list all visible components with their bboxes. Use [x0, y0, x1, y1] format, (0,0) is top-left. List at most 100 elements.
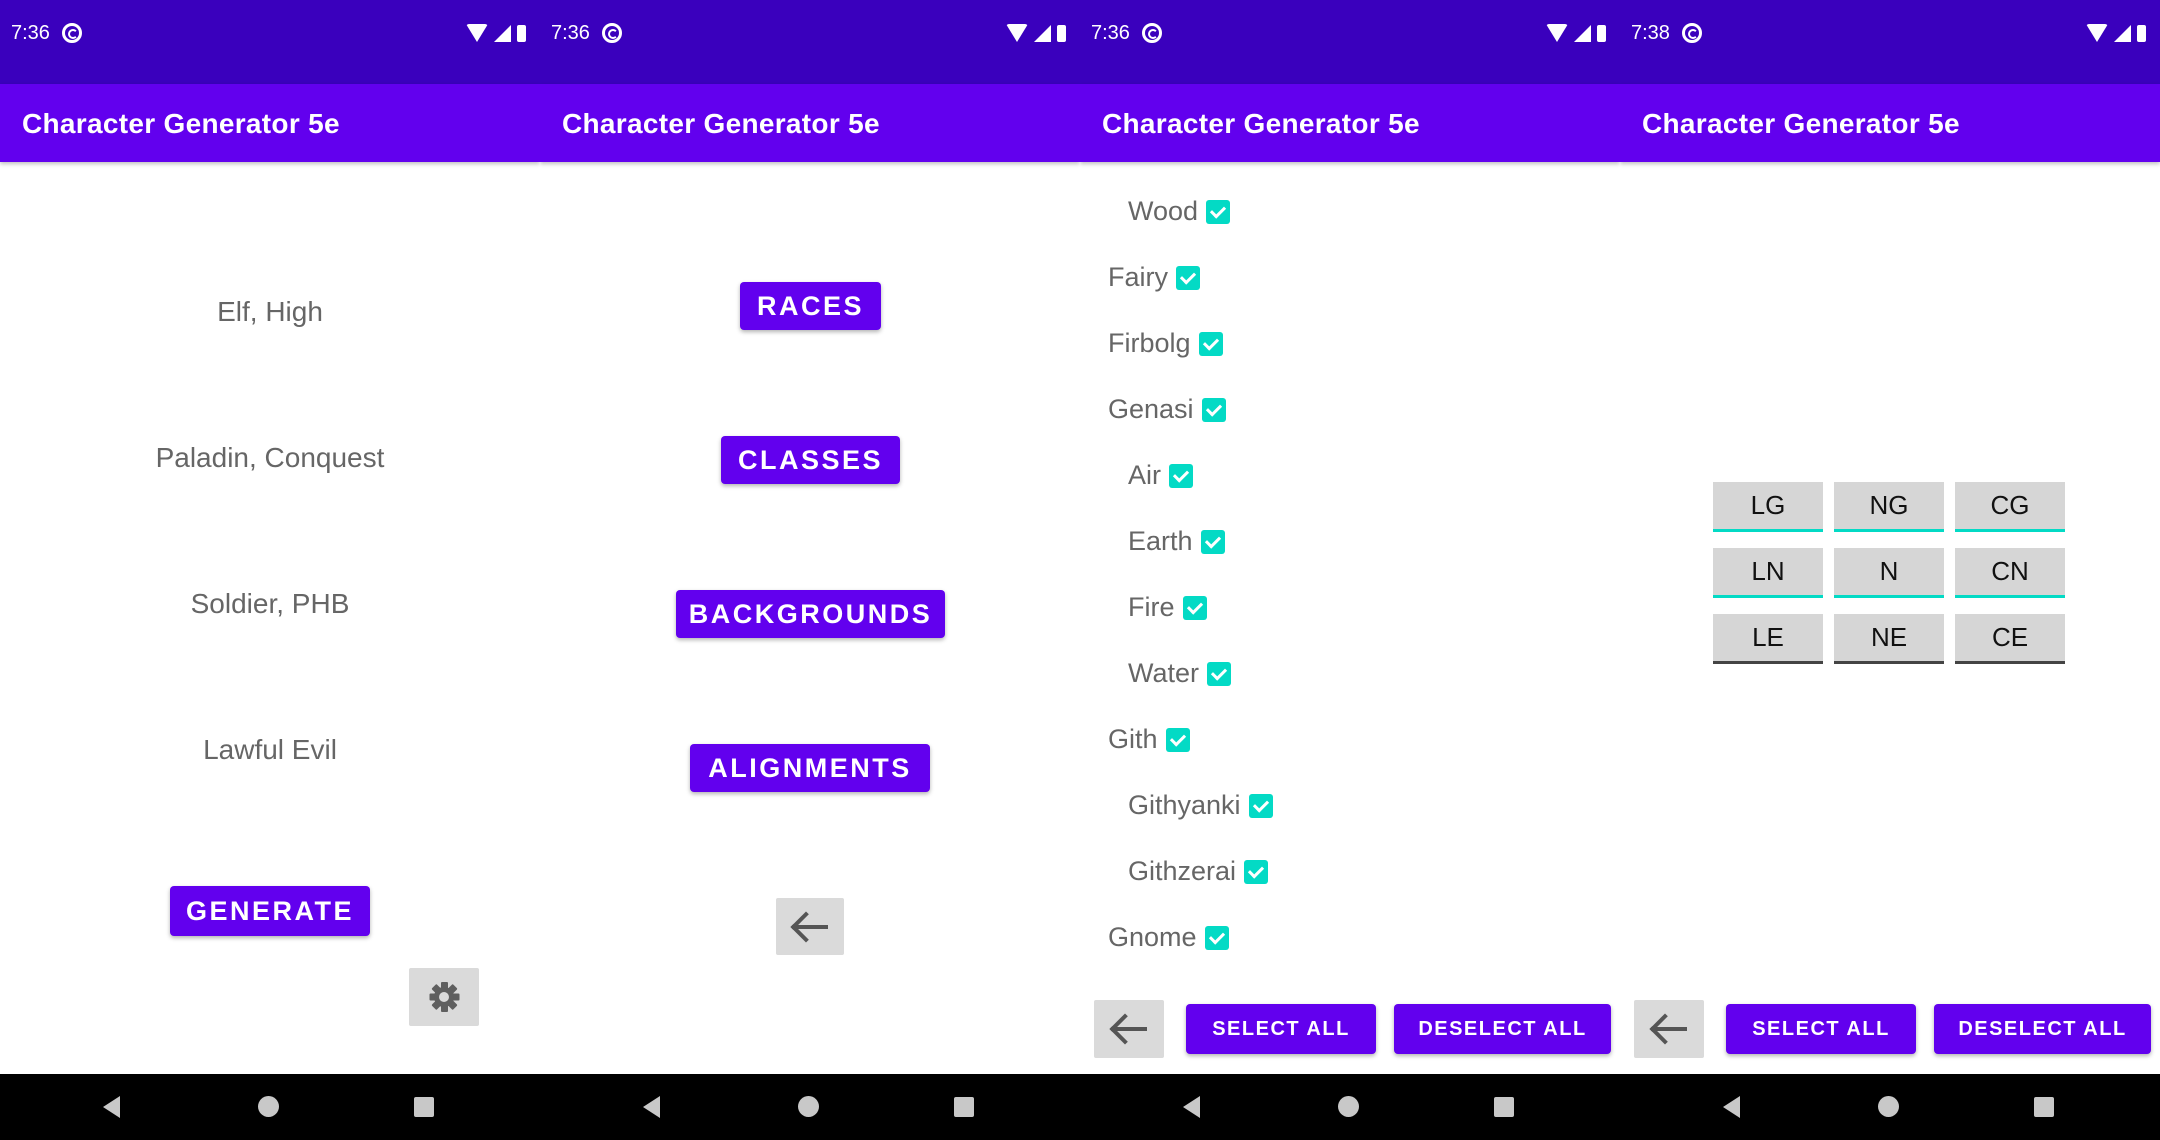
- system-nav-bar: [1620, 1074, 2160, 1140]
- cell-signal-icon: [2114, 24, 2131, 42]
- checkbox[interactable]: [1169, 463, 1193, 488]
- checkbox[interactable]: [1204, 925, 1229, 950]
- select-all-button[interactable]: SELECT ALL: [1186, 1004, 1376, 1054]
- alignment-toggle-n[interactable]: N: [1834, 548, 1944, 598]
- alignment-toggle-ne[interactable]: NE: [1834, 614, 1944, 664]
- deselect-all-button[interactable]: DESELECT ALL: [1394, 1004, 1611, 1054]
- result-alignment: Lawful Evil: [203, 734, 337, 765]
- race-option[interactable]: Firbolg: [1108, 328, 1223, 359]
- nav-back-icon[interactable]: [643, 1096, 660, 1118]
- alignment-toggle-ln[interactable]: LN: [1713, 548, 1823, 598]
- status-bar: 7:38: [1620, 0, 2160, 84]
- checkbox[interactable]: [1198, 331, 1223, 356]
- wifi-icon: [1006, 24, 1028, 42]
- wifi-icon: [466, 24, 488, 42]
- system-icons: [2086, 22, 2146, 44]
- status-time: 7:36: [1091, 22, 1130, 44]
- back-button[interactable]: [1094, 1000, 1164, 1058]
- generate-button[interactable]: GENERATE: [170, 886, 370, 936]
- battery-icon: [517, 24, 526, 42]
- app-bar: Character Generator 5e: [540, 84, 1080, 162]
- cell-signal-icon: [1574, 24, 1591, 42]
- nav-home-icon[interactable]: [1878, 1096, 1899, 1117]
- result-background: Soldier, PHB: [190, 588, 350, 619]
- nav-home-icon[interactable]: [798, 1096, 819, 1117]
- race-option[interactable]: Fire: [1128, 592, 1207, 623]
- nav-back-icon[interactable]: [1723, 1096, 1740, 1118]
- checkbox[interactable]: [1244, 859, 1269, 884]
- app-title: Character Generator 5e: [22, 108, 340, 139]
- classes-button[interactable]: CLASSES: [721, 436, 900, 484]
- app-title: Character Generator 5e: [1642, 108, 1960, 139]
- checkbox[interactable]: [1200, 529, 1225, 554]
- status-time: 7:38: [1631, 22, 1670, 44]
- screen-alignments: 7:38 Character Generator 5e LG NG CG LN N CN L…: [1620, 0, 2160, 1140]
- race-option[interactable]: Wood: [1128, 196, 1231, 227]
- arrow-back-icon: [1651, 1027, 1687, 1031]
- checkbox[interactable]: [1207, 661, 1232, 686]
- race-option-label: Earth: [1128, 526, 1193, 556]
- alignment-toggle-ng[interactable]: NG: [1834, 482, 1944, 532]
- back-button[interactable]: [776, 898, 844, 955]
- deselect-all-button[interactable]: DESELECT ALL: [1934, 1004, 2151, 1054]
- race-option-label: Gnome: [1108, 922, 1197, 952]
- status-time: 7:36: [11, 22, 50, 44]
- do-not-disturb-icon: [1682, 23, 1702, 43]
- status-bar: 7:36: [540, 0, 1080, 84]
- select-all-button[interactable]: SELECT ALL: [1726, 1004, 1916, 1054]
- system-icons: [1006, 22, 1066, 44]
- alignment-toggle-lg[interactable]: LG: [1713, 482, 1823, 532]
- alignments-button[interactable]: ALIGNMENTS: [690, 744, 930, 792]
- race-option-label: Githzerai: [1128, 856, 1237, 886]
- race-option-label: Air: [1128, 460, 1161, 490]
- settings-button[interactable]: [409, 968, 479, 1026]
- checkbox[interactable]: [1201, 397, 1226, 422]
- race-option[interactable]: Gnome: [1108, 922, 1229, 953]
- wifi-icon: [2086, 24, 2108, 42]
- alignment-toggle-cn[interactable]: CN: [1955, 548, 2065, 598]
- race-option[interactable]: Githyanki: [1128, 790, 1273, 821]
- wifi-icon: [1546, 24, 1568, 42]
- back-button[interactable]: [1634, 1000, 1704, 1058]
- checkbox[interactable]: [1206, 199, 1231, 224]
- app-title: Character Generator 5e: [1102, 108, 1420, 139]
- nav-recents-icon[interactable]: [1494, 1097, 1514, 1117]
- do-not-disturb-icon: [602, 23, 622, 43]
- race-option[interactable]: Genasi: [1108, 394, 1226, 425]
- race-option-label: Gith: [1108, 724, 1158, 754]
- result-race: Elf, High: [217, 296, 323, 327]
- checkbox[interactable]: [1182, 595, 1207, 620]
- checkbox[interactable]: [1165, 727, 1190, 752]
- nav-back-icon[interactable]: [103, 1096, 120, 1118]
- alignment-toggle-le[interactable]: LE: [1713, 614, 1823, 664]
- race-option[interactable]: Fairy: [1108, 262, 1200, 293]
- nav-recents-icon[interactable]: [414, 1097, 434, 1117]
- nav-back-icon[interactable]: [1183, 1096, 1200, 1118]
- cell-signal-icon: [494, 24, 511, 42]
- race-option[interactable]: Air: [1128, 460, 1193, 491]
- do-not-disturb-icon: [62, 23, 82, 43]
- system-icons: [466, 22, 526, 44]
- checkbox[interactable]: [1176, 265, 1200, 290]
- alignment-toggle-cg[interactable]: CG: [1955, 482, 2065, 532]
- nav-home-icon[interactable]: [258, 1096, 279, 1117]
- race-option[interactable]: Gith: [1108, 724, 1190, 755]
- nav-recents-icon[interactable]: [954, 1097, 974, 1117]
- system-nav-bar: [0, 1074, 540, 1140]
- alignment-toggle-ce[interactable]: CE: [1955, 614, 2065, 664]
- screen-main: 7:36 Character Generator 5e Elf, High Pa…: [0, 0, 540, 1140]
- race-option[interactable]: Githzerai: [1128, 856, 1269, 887]
- races-button[interactable]: RACES: [740, 282, 881, 330]
- battery-icon: [1057, 24, 1066, 42]
- arrow-back-icon: [1111, 1027, 1147, 1031]
- nav-recents-icon[interactable]: [2034, 1097, 2054, 1117]
- nav-home-icon[interactable]: [1338, 1096, 1359, 1117]
- checkbox[interactable]: [1248, 793, 1273, 818]
- app-bar: Character Generator 5e: [1620, 84, 2160, 162]
- race-option-label: Wood: [1128, 196, 1199, 226]
- race-option[interactable]: Water: [1128, 658, 1232, 689]
- backgrounds-button[interactable]: BACKGROUNDS: [676, 590, 945, 638]
- system-icons: [1546, 22, 1606, 44]
- race-option[interactable]: Earth: [1128, 526, 1225, 557]
- app-bar: Character Generator 5e: [1080, 84, 1620, 162]
